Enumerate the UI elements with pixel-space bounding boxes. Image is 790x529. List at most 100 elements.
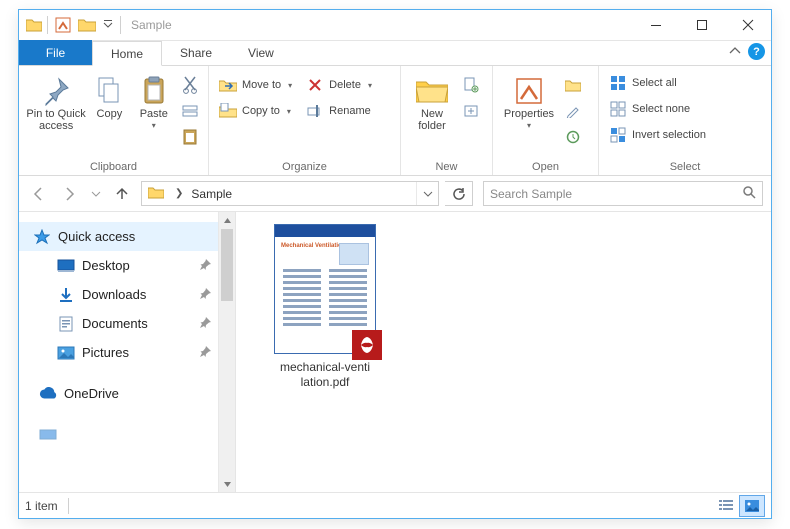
status-bar: 1 item <box>19 492 771 518</box>
tree-this-pc[interactable] <box>19 420 235 449</box>
properties-button[interactable]: Properties ▾ <box>499 70 559 131</box>
move-to-icon <box>219 77 237 93</box>
explorer-window: Sample File Home Share View ? <box>18 9 772 519</box>
title-bar: Sample <box>19 10 771 41</box>
tree-onedrive[interactable]: OneDrive <box>19 379 235 408</box>
scroll-thumb[interactable] <box>221 229 233 301</box>
paste-shortcut-button[interactable] <box>180 126 200 148</box>
address-history-button[interactable] <box>416 182 438 205</box>
details-view-button[interactable] <box>713 495 739 517</box>
documents-icon <box>57 316 75 332</box>
recent-locations-button[interactable] <box>89 181 103 207</box>
select-all-label: Select all <box>632 77 677 89</box>
up-button[interactable] <box>109 181 135 207</box>
tab-home[interactable]: Home <box>92 41 162 66</box>
ribbon: Pin to Quick access Copy Paste ▾ <box>19 66 771 176</box>
window-title: Sample <box>131 18 172 32</box>
qat-customize-button[interactable] <box>100 19 116 31</box>
cut-button[interactable] <box>180 74 200 96</box>
chevron-down-icon: ▾ <box>368 81 372 90</box>
move-to-label: Move to <box>242 79 281 91</box>
group-label-select: Select <box>605 159 765 175</box>
edit-button[interactable] <box>563 100 583 122</box>
file-list[interactable]: Mechanical Ventilation mechanical-venti … <box>236 212 771 492</box>
tree-quick-access[interactable]: Quick access <box>19 222 235 251</box>
close-button[interactable] <box>725 10 771 41</box>
nav-row: ❯ Sample Search Sample <box>19 176 771 212</box>
copy-to-button[interactable]: Copy to ▾ <box>215 100 296 122</box>
copy-to-icon <box>219 103 237 119</box>
invert-selection-icon <box>609 127 627 143</box>
copy-icon <box>96 74 122 108</box>
item-count: 1 item <box>25 499 58 513</box>
tab-view[interactable]: View <box>230 40 292 65</box>
history-button[interactable] <box>563 126 583 148</box>
new-folder-button[interactable]: New folder <box>407 70 457 132</box>
thumbnails-view-button[interactable] <box>739 495 765 517</box>
scroll-up-button[interactable] <box>219 212 235 229</box>
pictures-icon <box>57 346 75 360</box>
chevron-down-icon: ▾ <box>527 122 531 131</box>
pin-icon <box>200 317 211 331</box>
delete-label: Delete <box>329 79 361 91</box>
copy-button[interactable]: Copy <box>87 70 131 120</box>
body: Quick access Desktop Downl <box>19 212 771 492</box>
pin-icon <box>200 259 211 273</box>
rename-button[interactable]: Rename <box>302 100 376 122</box>
chevron-right-icon[interactable]: ❯ <box>171 188 187 199</box>
group-label-open: Open <box>499 159 592 175</box>
star-icon <box>33 229 51 245</box>
help-button[interactable]: ? <box>748 43 765 60</box>
tree-downloads-label: Downloads <box>82 287 146 302</box>
select-none-button[interactable]: Select none <box>605 98 710 120</box>
qat-properties-button[interactable] <box>52 14 74 36</box>
maximize-button[interactable] <box>679 10 725 41</box>
pin-to-quick-access-button[interactable]: Pin to Quick access <box>25 70 87 132</box>
tree-documents-label: Documents <box>82 316 148 331</box>
group-label-organize: Organize <box>215 159 394 175</box>
tree-desktop-label: Desktop <box>82 258 130 273</box>
paste-button[interactable]: Paste ▾ <box>132 70 176 131</box>
tree-pictures[interactable]: Pictures <box>19 338 235 367</box>
easy-access-button[interactable] <box>461 100 481 122</box>
qat-separator <box>47 16 48 34</box>
scroll-down-button[interactable] <box>219 475 235 492</box>
move-to-button[interactable]: Move to ▾ <box>215 74 296 96</box>
group-label-new: New <box>407 159 486 175</box>
tab-file[interactable]: File <box>19 40 92 65</box>
address-bar[interactable]: ❯ Sample <box>141 181 439 206</box>
tree-documents[interactable]: Documents <box>19 309 235 338</box>
quick-access-toolbar <box>19 14 125 36</box>
new-folder-label: New folder <box>407 108 457 132</box>
select-none-icon <box>609 101 627 117</box>
open-button[interactable] <box>563 74 583 96</box>
tab-share[interactable]: Share <box>162 40 230 65</box>
downloads-icon <box>57 287 75 303</box>
breadcrumb-current[interactable]: Sample <box>187 187 236 201</box>
forward-button[interactable] <box>57 181 83 207</box>
pdf-icon <box>352 330 382 360</box>
refresh-button[interactable] <box>445 181 473 206</box>
select-none-label: Select none <box>632 103 690 115</box>
back-button[interactable] <box>25 181 51 207</box>
copy-to-label: Copy to <box>242 105 280 117</box>
new-item-button[interactable] <box>461 74 481 96</box>
invert-selection-button[interactable]: Invert selection <box>605 124 710 146</box>
tree-scrollbar[interactable] <box>218 212 235 492</box>
folder-icon <box>142 186 171 202</box>
copy-path-button[interactable] <box>180 100 200 122</box>
tree-downloads[interactable]: Downloads <box>19 280 235 309</box>
tree-desktop[interactable]: Desktop <box>19 251 235 280</box>
select-all-button[interactable]: Select all <box>605 72 710 94</box>
nav-tree: Quick access Desktop Downl <box>19 212 236 492</box>
file-item[interactable]: Mechanical Ventilation mechanical-venti … <box>260 224 390 390</box>
pin-icon <box>200 346 211 360</box>
status-separator <box>68 498 69 514</box>
delete-button[interactable]: Delete ▾ <box>302 74 376 96</box>
collapse-ribbon-button[interactable] <box>728 44 742 59</box>
search-placeholder: Search Sample <box>490 187 742 201</box>
search-box[interactable]: Search Sample <box>483 181 763 206</box>
onedrive-icon <box>39 387 57 400</box>
qat-folder-button[interactable] <box>76 14 98 36</box>
minimize-button[interactable] <box>633 10 679 41</box>
